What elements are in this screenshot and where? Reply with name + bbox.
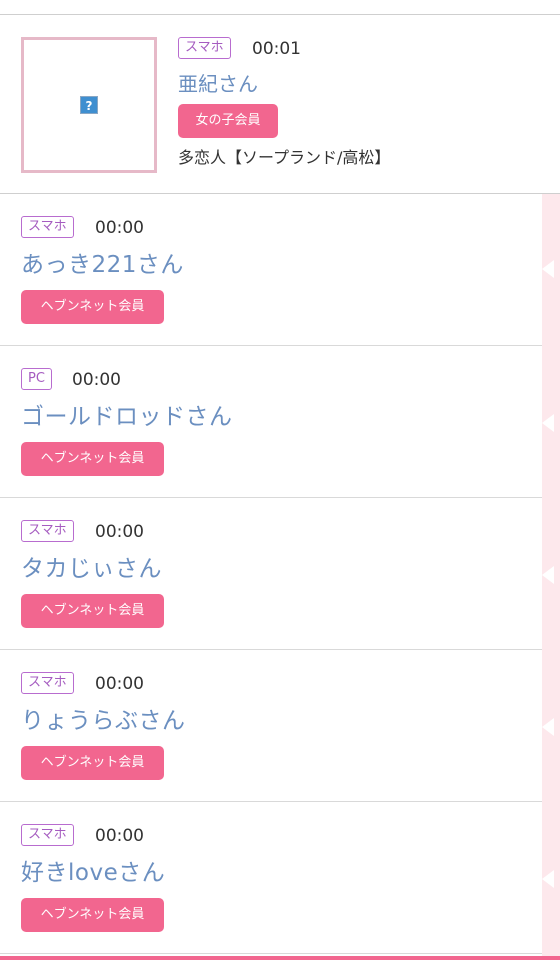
visitor-name-link[interactable]: 亜紀さん [178,70,258,98]
arrow-left-icon[interactable] [542,718,554,736]
visitor-name-link[interactable]: 好きloveさん [21,858,165,888]
arrow-left-icon[interactable] [542,260,554,278]
bottom-accent-bar [0,956,560,960]
featured-visitor[interactable]: ? スマホ 00:01 亜紀さん 女の子会員 多恋人【ソープランド/高松】 [0,15,560,194]
visit-time: 00:00 [95,218,144,238]
visitor-name-link[interactable]: タカじぃさん [21,554,162,584]
device-tag: スマホ [178,37,231,59]
list-item[interactable]: スマホ 00:00 タカじぃさん ヘブンネット会員 [0,498,542,650]
visit-time: 00:00 [95,674,144,694]
list-item[interactable]: スマホ 00:00 好きloveさん ヘブンネット会員 [0,802,542,954]
member-badge: ヘブンネット会員 [21,442,164,476]
broken-image-icon: ? [80,96,98,114]
profile-thumbnail[interactable]: ? [21,37,157,173]
member-badge: 女の子会員 [178,104,278,138]
visitor-name-link[interactable]: りょうらぶさん [21,706,186,736]
device-tag: スマホ [21,216,74,238]
list-item[interactable]: スマホ 00:00 りょうらぶさん ヘブンネット会員 [0,650,542,802]
arrow-left-icon[interactable] [542,566,554,584]
visitor-list: スマホ 00:00 あっき221さん ヘブンネット会員 PC 00:00 ゴール… [0,194,542,954]
list-item[interactable]: スマホ 00:00 あっき221さん ヘブンネット会員 [0,194,542,346]
visit-time: 00:00 [95,826,144,846]
member-badge: ヘブンネット会員 [21,746,164,780]
device-tag: スマホ [21,824,74,846]
member-badge: ヘブンネット会員 [21,898,164,932]
member-badge: ヘブンネット会員 [21,290,164,324]
device-tag: PC [21,368,52,390]
visit-time: 00:00 [72,370,121,390]
device-tag: スマホ [21,520,74,542]
arrow-left-icon[interactable] [542,414,554,432]
member-badge: ヘブンネット会員 [21,594,164,628]
visitor-name-link[interactable]: ゴールドロッドさん [21,402,233,432]
device-tag: スマホ [21,672,74,694]
shop-label: 多恋人【ソープランド/高松】 [178,148,391,167]
arrow-left-icon[interactable] [542,870,554,888]
visitor-name-link[interactable]: あっき221さん [21,250,184,280]
top-divider [0,0,560,15]
side-scroll-strip[interactable] [542,194,560,960]
visit-time: 00:01 [252,39,301,59]
list-item[interactable]: PC 00:00 ゴールドロッドさん ヘブンネット会員 [0,346,542,498]
visit-time: 00:00 [95,522,144,542]
